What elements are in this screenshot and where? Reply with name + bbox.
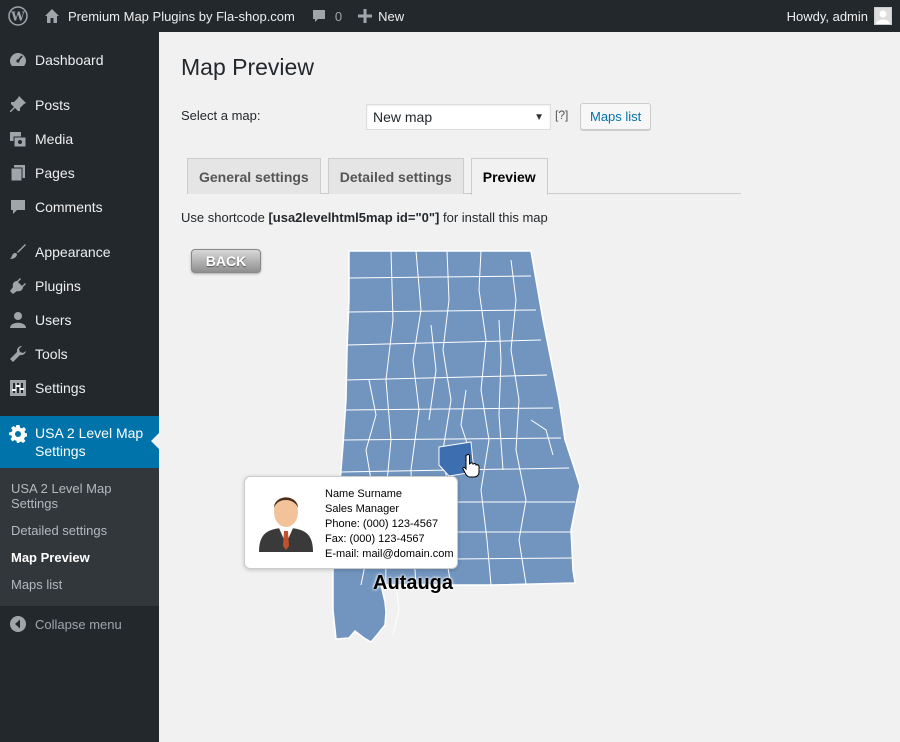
- tab-preview[interactable]: Preview: [470, 158, 548, 195]
- menu-label: Plugins: [35, 278, 81, 294]
- media-icon: [8, 129, 28, 149]
- menu-media[interactable]: Media: [0, 122, 159, 156]
- hand-cursor-icon: [462, 453, 480, 481]
- settings-tabs: General settings Detailed settings Previ…: [187, 158, 741, 195]
- collapse-menu-label: Collapse menu: [35, 616, 122, 632]
- my-account-link[interactable]: Howdy, admin: [779, 0, 900, 32]
- shortcode-instructions: Use shortcode [usa2levelhtml5map id="0"]…: [181, 210, 548, 225]
- comment-icon: [8, 197, 28, 217]
- collapse-arrow-icon: [8, 614, 28, 634]
- menu-plugins[interactable]: Plugins: [0, 269, 159, 303]
- tooltip-info: Name Surname Sales Manager Phone: (000) …: [325, 487, 454, 562]
- plugin-icon: [8, 276, 28, 296]
- tooltip-fax: Fax: (000) 123-4567: [325, 533, 425, 545]
- howdy-text: Howdy, admin: [786, 8, 868, 24]
- map-container: BACK Name Surname Sales Manager Phone: (…: [181, 240, 641, 660]
- admin-sidebar: Dashboard Posts Media Pages Comments App…: [0, 32, 159, 742]
- wrench-icon: [8, 344, 28, 364]
- comment-bubble-icon: [311, 8, 327, 24]
- help-link[interactable]: [?]: [555, 108, 568, 122]
- menu-comments[interactable]: Comments: [0, 190, 159, 224]
- menu-users[interactable]: Users: [0, 303, 159, 337]
- wordpress-logo-icon[interactable]: W: [0, 0, 36, 32]
- pages-icon: [8, 163, 28, 183]
- svg-text:W: W: [10, 10, 25, 24]
- new-label: New: [378, 8, 405, 24]
- menu-label: Media: [35, 131, 74, 147]
- menu-dashboard[interactable]: Dashboard: [0, 43, 159, 77]
- person-avatar-icon: [253, 486, 319, 552]
- plus-icon: [358, 9, 373, 23]
- back-button[interactable]: BACK: [191, 249, 261, 273]
- submenu-item-maps-list[interactable]: Maps list: [0, 571, 159, 598]
- avatar: [874, 7, 892, 25]
- hovered-county-label: Autauga: [373, 572, 453, 594]
- menu-label: Comments: [35, 199, 103, 215]
- home-icon: [44, 8, 60, 24]
- comments-count: 0: [334, 8, 343, 24]
- menu-appearance[interactable]: Appearance: [0, 235, 159, 269]
- tooltip-title: Sales Manager: [325, 503, 399, 515]
- map-tooltip: Name Surname Sales Manager Phone: (000) …: [244, 476, 458, 569]
- menu-label: USA 2 Level Map Settings: [35, 425, 144, 459]
- menu-label: Pages: [35, 165, 75, 181]
- site-name-link[interactable]: Premium Map Plugins by Fla-shop.com: [36, 0, 303, 32]
- brush-icon: [8, 242, 28, 262]
- shortcode-suffix: for install this map: [439, 210, 548, 225]
- menu-label: Settings: [35, 380, 86, 396]
- site-name: Premium Map Plugins by Fla-shop.com: [68, 8, 295, 24]
- chevron-down-icon: ▼: [534, 111, 544, 123]
- submenu-item-detailed-settings[interactable]: Detailed settings: [0, 517, 159, 544]
- comments-link[interactable]: 0: [303, 0, 350, 32]
- shortcode-prefix: Use shortcode: [181, 210, 269, 225]
- shortcode-value: [usa2levelhtml5map id="0"]: [268, 210, 440, 225]
- sliders-icon: [8, 378, 28, 398]
- user-icon: [8, 310, 28, 330]
- select-map-label: Select a map:: [181, 108, 261, 123]
- tooltip-name: Name Surname: [325, 488, 403, 500]
- admin-bar: W Premium Map Plugins by Fla-shop.com 0 …: [0, 0, 900, 32]
- menu-label: Appearance: [35, 244, 111, 260]
- dashboard-icon: [8, 50, 28, 70]
- tooltip-email: E-mail: mail@domain.com: [325, 548, 454, 560]
- menu-tools[interactable]: Tools: [0, 337, 159, 371]
- menu-settings[interactable]: Settings: [0, 371, 159, 405]
- gear-icon: [8, 424, 28, 444]
- map-select[interactable]: New map ▼: [366, 104, 551, 130]
- menu-pages[interactable]: Pages: [0, 156, 159, 190]
- menu-usa-2-level-map-settings[interactable]: USA 2 Level Map Settings: [0, 416, 159, 468]
- menu-label: Dashboard: [35, 52, 104, 68]
- pin-icon: [8, 95, 28, 115]
- alabama-map[interactable]: [181, 240, 641, 660]
- new-content-link[interactable]: New: [350, 0, 412, 32]
- maps-list-button[interactable]: Maps list: [580, 103, 652, 130]
- menu-label: Users: [35, 312, 72, 328]
- map-select-value: New map: [373, 109, 433, 125]
- submenu-item-map-preview[interactable]: Map Preview: [0, 544, 159, 571]
- page-title: Map Preview: [181, 54, 314, 80]
- menu-label: Posts: [35, 97, 71, 113]
- tooltip-phone: Phone: (000) 123-4567: [325, 518, 439, 530]
- menu-label: Tools: [35, 346, 68, 362]
- submenu-item-usa-2-level-map-settings[interactable]: USA 2 Level Map Settings: [0, 475, 159, 517]
- tab-general-settings[interactable]: General settings: [187, 158, 321, 194]
- collapse-menu-button[interactable]: Collapse menu: [0, 606, 159, 634]
- menu-posts[interactable]: Posts: [0, 88, 159, 122]
- submenu: USA 2 Level Map Settings Detailed settin…: [0, 468, 159, 606]
- tab-detailed-settings[interactable]: Detailed settings: [327, 158, 464, 194]
